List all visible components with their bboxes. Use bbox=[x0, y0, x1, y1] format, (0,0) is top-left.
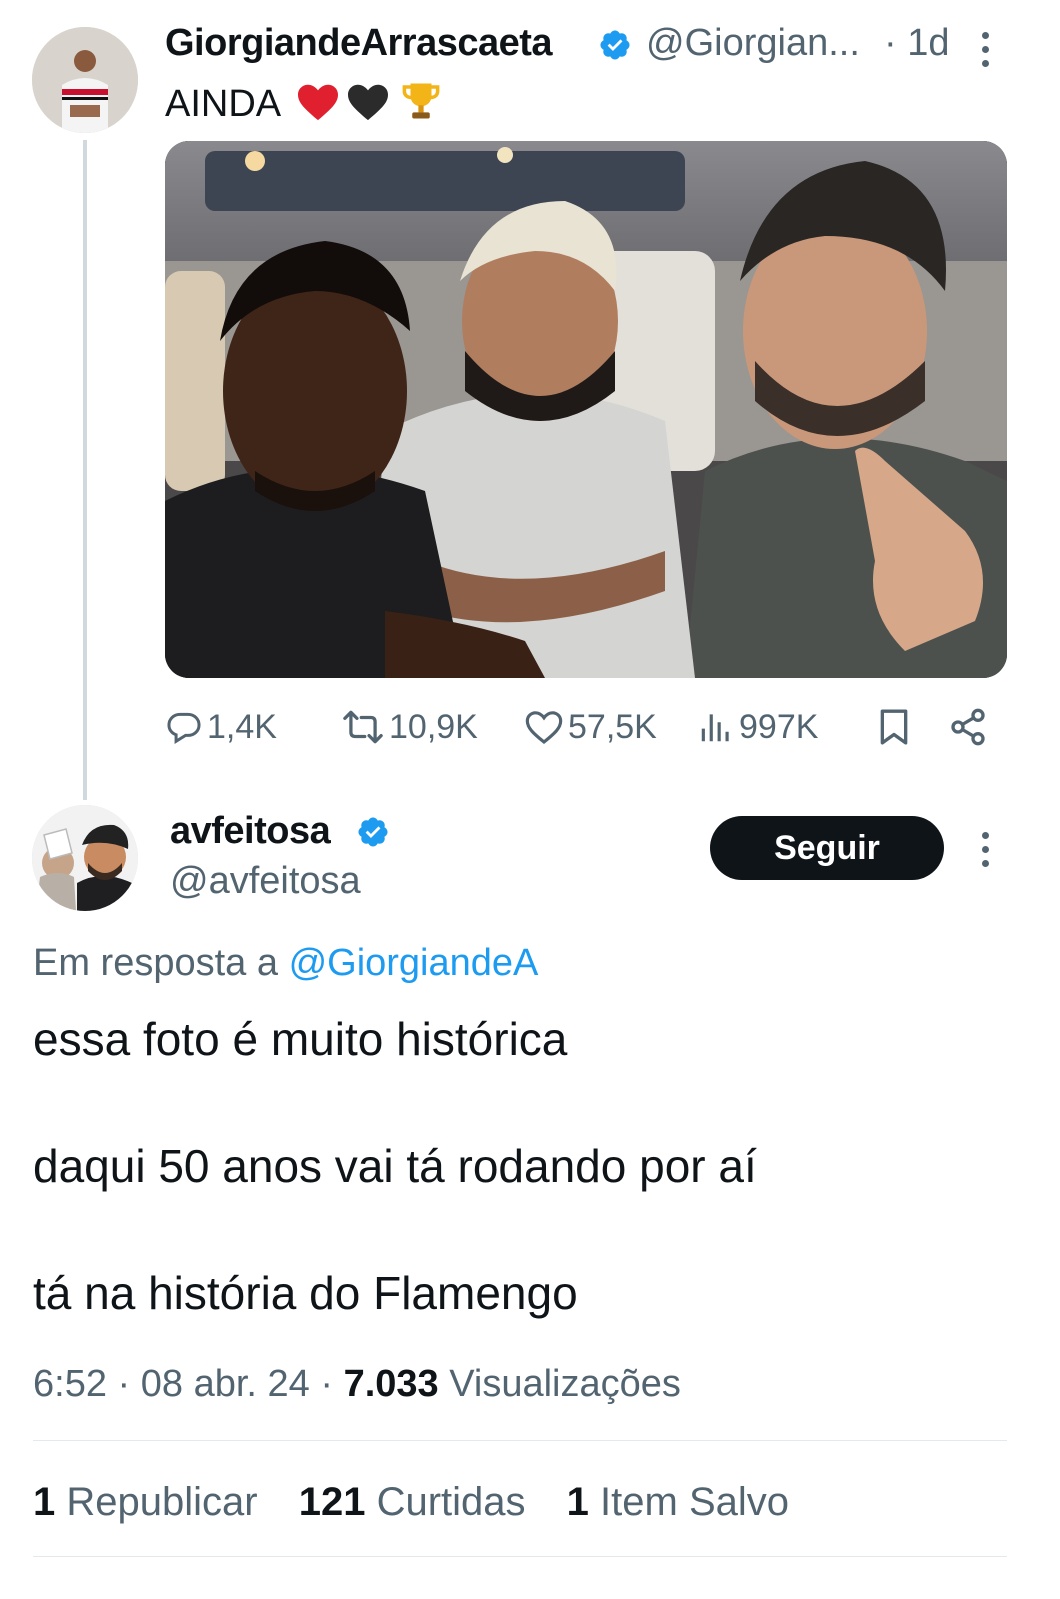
verified-badge-icon bbox=[600, 30, 630, 60]
retweet-action[interactable]: 10,9K bbox=[341, 703, 478, 751]
tweet-time[interactable]: · 1d bbox=[884, 22, 949, 65]
bookmark-icon[interactable] bbox=[874, 706, 914, 748]
retweet-icon bbox=[343, 710, 383, 744]
stat-label: Item Salvo bbox=[600, 1480, 790, 1524]
stat-count: 121 bbox=[298, 1480, 366, 1524]
reply-count: 1,4K bbox=[207, 707, 277, 746]
tweet-text-line: tá na história do Flamengo bbox=[33, 1267, 578, 1319]
more-options-icon[interactable] bbox=[982, 832, 990, 874]
reply-icon bbox=[167, 712, 201, 744]
avatar-image bbox=[32, 805, 138, 911]
avatar-image bbox=[32, 27, 138, 133]
views-label: Visualizações bbox=[449, 1363, 681, 1405]
tweet-text-line: daqui 50 anos vai tá rodando por aí bbox=[33, 1140, 757, 1192]
follow-button[interactable]: Seguir bbox=[710, 816, 944, 880]
trophy-icon bbox=[402, 83, 440, 119]
divider bbox=[33, 1556, 1007, 1557]
photo-three-men-in-car bbox=[165, 141, 1007, 678]
tweet-date[interactable]: 08 abr. 24 bbox=[141, 1363, 310, 1405]
separator-dot: · bbox=[117, 1363, 131, 1405]
black-heart-icon bbox=[348, 84, 389, 121]
divider bbox=[33, 1440, 1007, 1441]
stat-count: 1 bbox=[566, 1480, 589, 1524]
views-bar-chart-icon bbox=[701, 714, 729, 742]
stat-label: Curtidas bbox=[376, 1480, 526, 1524]
views-action[interactable]: 997K bbox=[697, 703, 818, 751]
tweet-time[interactable]: 6:52 bbox=[33, 1363, 107, 1405]
tweet-text-line: essa foto é muito histórica bbox=[33, 1013, 568, 1065]
author-avatar[interactable] bbox=[32, 27, 138, 133]
views-count: 997K bbox=[739, 707, 819, 746]
tweet-photo[interactable] bbox=[165, 141, 1007, 678]
reply-author-display-name[interactable]: avfeitosa bbox=[170, 810, 331, 853]
stat-label: Republicar bbox=[66, 1480, 258, 1524]
bookmarks-stat[interactable]: 1 Item Salvo bbox=[567, 1480, 789, 1524]
author-display-name[interactable]: GiorgiandeArrascaeta bbox=[165, 22, 553, 65]
heart-icon bbox=[525, 711, 563, 745]
thread-line bbox=[83, 140, 87, 800]
reply-context-prefix: Em resposta a bbox=[33, 942, 278, 984]
share-icon[interactable] bbox=[948, 706, 988, 748]
more-options-icon[interactable] bbox=[982, 32, 990, 74]
verified-badge-icon bbox=[358, 817, 388, 847]
stat-count: 1 bbox=[33, 1480, 56, 1524]
separator-dot: · bbox=[320, 1363, 334, 1405]
reply-to-mention-link[interactable]: @GiorgiandeA bbox=[289, 942, 539, 984]
like-action[interactable]: 57,5K bbox=[524, 703, 657, 751]
republish-stat[interactable]: 1 Republicar bbox=[33, 1480, 269, 1524]
reply-action[interactable]: 1,4K bbox=[165, 703, 277, 751]
author-handle[interactable]: @Giorgian... bbox=[646, 22, 860, 65]
tweet-text-content: AINDA bbox=[165, 83, 280, 125]
engagement-stats: 1 Republicar 121 Curtidas 1 Item Salvo bbox=[33, 1480, 819, 1525]
like-count: 57,5K bbox=[568, 707, 657, 746]
reply-author-avatar[interactable] bbox=[32, 805, 138, 911]
red-heart-icon bbox=[297, 84, 338, 121]
tweet-metadata: 6:52 · 08 abr. 24 · 7.033 Visualizações bbox=[33, 1363, 681, 1406]
reply-author-handle[interactable]: @avfeitosa bbox=[170, 860, 361, 903]
retweet-count: 10,9K bbox=[389, 707, 478, 746]
likes-stat[interactable]: 121 Curtidas bbox=[299, 1480, 537, 1524]
tweet-text: AINDA bbox=[165, 80, 443, 126]
reply-context: Em resposta a @GiorgiandeA bbox=[33, 942, 538, 985]
views-count: 7.033 bbox=[343, 1363, 439, 1405]
